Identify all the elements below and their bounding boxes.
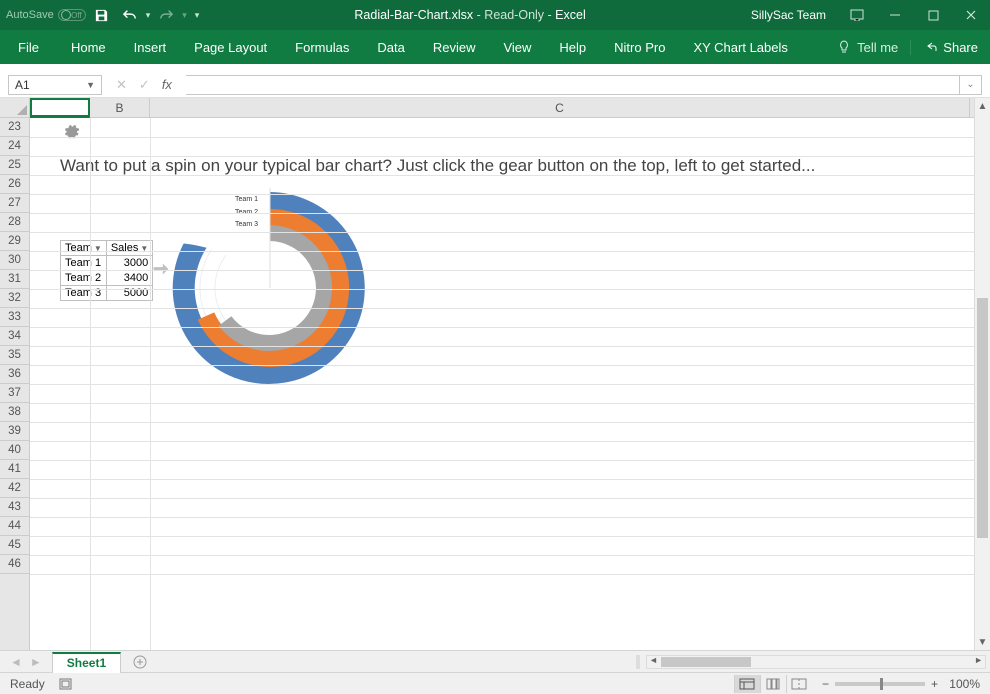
zoom-slider[interactable] <box>835 682 925 686</box>
status-bar: Ready − + 100% <box>0 672 990 694</box>
name-box[interactable]: A1▼ <box>8 75 102 95</box>
tab-nitro-pro[interactable]: Nitro Pro <box>600 30 679 64</box>
scroll-down-icon[interactable]: ▼ <box>975 634 990 650</box>
autosave-label: AutoSave <box>6 9 54 21</box>
row-header[interactable]: 28 <box>0 213 29 232</box>
qat-customize-icon[interactable]: ▾ <box>191 10 200 21</box>
active-cell <box>30 98 90 117</box>
row-header[interactable]: 26 <box>0 175 29 194</box>
scroll-thumb[interactable] <box>977 298 988 538</box>
sheet-nav-next-icon[interactable]: ► <box>30 655 42 669</box>
sheet-tab-bar: ◄ ► Sheet1 <box>0 650 990 672</box>
cancel-formula-icon: ✕ <box>116 77 127 93</box>
horizontal-scrollbar[interactable] <box>646 655 986 669</box>
tab-review[interactable]: Review <box>419 30 490 64</box>
tab-home[interactable]: Home <box>57 30 120 64</box>
column-header[interactable]: B <box>90 98 150 117</box>
view-page-break-icon[interactable] <box>786 675 812 693</box>
zoom-level[interactable]: 100% <box>944 677 980 691</box>
row-header[interactable]: 43 <box>0 498 29 517</box>
row-header[interactable]: 39 <box>0 422 29 441</box>
row-header[interactable]: 33 <box>0 308 29 327</box>
scroll-up-icon[interactable]: ▲ <box>975 98 990 114</box>
row-header[interactable]: 38 <box>0 403 29 422</box>
close-icon[interactable] <box>954 0 988 30</box>
undo-icon[interactable] <box>118 3 142 27</box>
tab-insert[interactable]: Insert <box>120 30 181 64</box>
macro-record-icon[interactable] <box>55 677 79 691</box>
row-header[interactable]: 35 <box>0 346 29 365</box>
autosave-toggle[interactable]: AutoSave Off <box>6 9 86 21</box>
row-header[interactable]: 24 <box>0 137 29 156</box>
zoom-out-button[interactable]: − <box>822 677 829 691</box>
share-icon <box>923 40 937 54</box>
undo-dropdown-icon[interactable]: ▾ <box>146 10 151 21</box>
row-header[interactable]: 42 <box>0 479 29 498</box>
expand-formula-bar-icon[interactable]: ⌄ <box>960 75 982 95</box>
chart-legend-item: Team 1 <box>218 194 258 207</box>
tab-file[interactable]: File <box>0 30 57 64</box>
arrow-right-icon <box>150 258 172 280</box>
save-icon[interactable] <box>90 3 114 27</box>
radial-bar-chart[interactable]: Team 1 Team 2 Team 3 <box>170 188 370 388</box>
zoom-in-button[interactable]: + <box>931 677 938 691</box>
scroll-thumb[interactable] <box>661 657 751 667</box>
column-header[interactable]: C <box>150 98 970 117</box>
row-header[interactable]: 27 <box>0 194 29 213</box>
row-header[interactable]: 30 <box>0 251 29 270</box>
maximize-icon[interactable] <box>916 0 950 30</box>
row-header[interactable]: 41 <box>0 460 29 479</box>
formula-bar: A1▼ ✕ ✓ fx ⌄ <box>0 72 990 98</box>
row-header[interactable]: 29 <box>0 232 29 251</box>
tab-xy-chart-labels[interactable]: XY Chart Labels <box>679 30 801 64</box>
row-header[interactable]: 45 <box>0 536 29 555</box>
row-header[interactable]: 31 <box>0 270 29 289</box>
chevron-down-icon[interactable]: ▼ <box>86 80 95 90</box>
row-header[interactable]: 32 <box>0 289 29 308</box>
select-all-button[interactable] <box>0 98 30 118</box>
row-header[interactable]: 44 <box>0 517 29 536</box>
ribbon-tabs: File Home Insert Page Layout Formulas Da… <box>0 30 990 64</box>
view-normal-icon[interactable] <box>734 675 760 693</box>
row-header[interactable]: 23 <box>0 118 29 137</box>
insert-function-icon[interactable]: fx <box>162 77 172 92</box>
share-button[interactable]: Share <box>910 40 990 55</box>
redo-dropdown-icon: ▾ <box>182 10 187 21</box>
ribbon-display-options-icon[interactable] <box>840 0 874 30</box>
tab-help[interactable]: Help <box>545 30 600 64</box>
instruction-text: Want to put a spin on your typical bar c… <box>60 156 815 176</box>
row-header[interactable]: 34 <box>0 327 29 346</box>
tell-me-search[interactable]: Tell me <box>825 40 910 55</box>
minimize-icon[interactable] <box>878 0 912 30</box>
lightbulb-icon <box>837 40 851 54</box>
row-header[interactable]: 25 <box>0 156 29 175</box>
status-ready: Ready <box>0 677 55 691</box>
tab-data[interactable]: Data <box>363 30 418 64</box>
title-bar: AutoSave Off ▾ ▾ ▾ Radial-Bar-Chart.xlsx… <box>0 0 990 30</box>
redo-icon <box>154 3 178 27</box>
tab-view[interactable]: View <box>489 30 545 64</box>
row-header[interactable]: 37 <box>0 384 29 403</box>
vertical-scrollbar[interactable]: ▲ ▼ <box>974 98 990 650</box>
worksheet-grid[interactable]: ABC 232425262728293031323334353637383940… <box>0 98 974 650</box>
formula-input[interactable] <box>186 75 960 95</box>
sheet-tab-active[interactable]: Sheet1 <box>52 652 121 673</box>
new-sheet-button[interactable] <box>129 651 151 673</box>
sheet-nav-prev-icon[interactable]: ◄ <box>10 655 22 669</box>
window-title: Radial-Bar-Chart.xlsx - Read-Only - Exce… <box>199 8 741 22</box>
chart-legend-item: Team 3 <box>218 219 258 232</box>
account-user[interactable]: SillySac Team <box>741 8 836 22</box>
tab-formulas[interactable]: Formulas <box>281 30 363 64</box>
row-header[interactable]: 40 <box>0 441 29 460</box>
row-header[interactable]: 36 <box>0 365 29 384</box>
row-header[interactable]: 46 <box>0 555 29 574</box>
enter-formula-icon: ✓ <box>139 77 150 93</box>
view-page-layout-icon[interactable] <box>760 675 786 693</box>
tab-page-layout[interactable]: Page Layout <box>180 30 281 64</box>
